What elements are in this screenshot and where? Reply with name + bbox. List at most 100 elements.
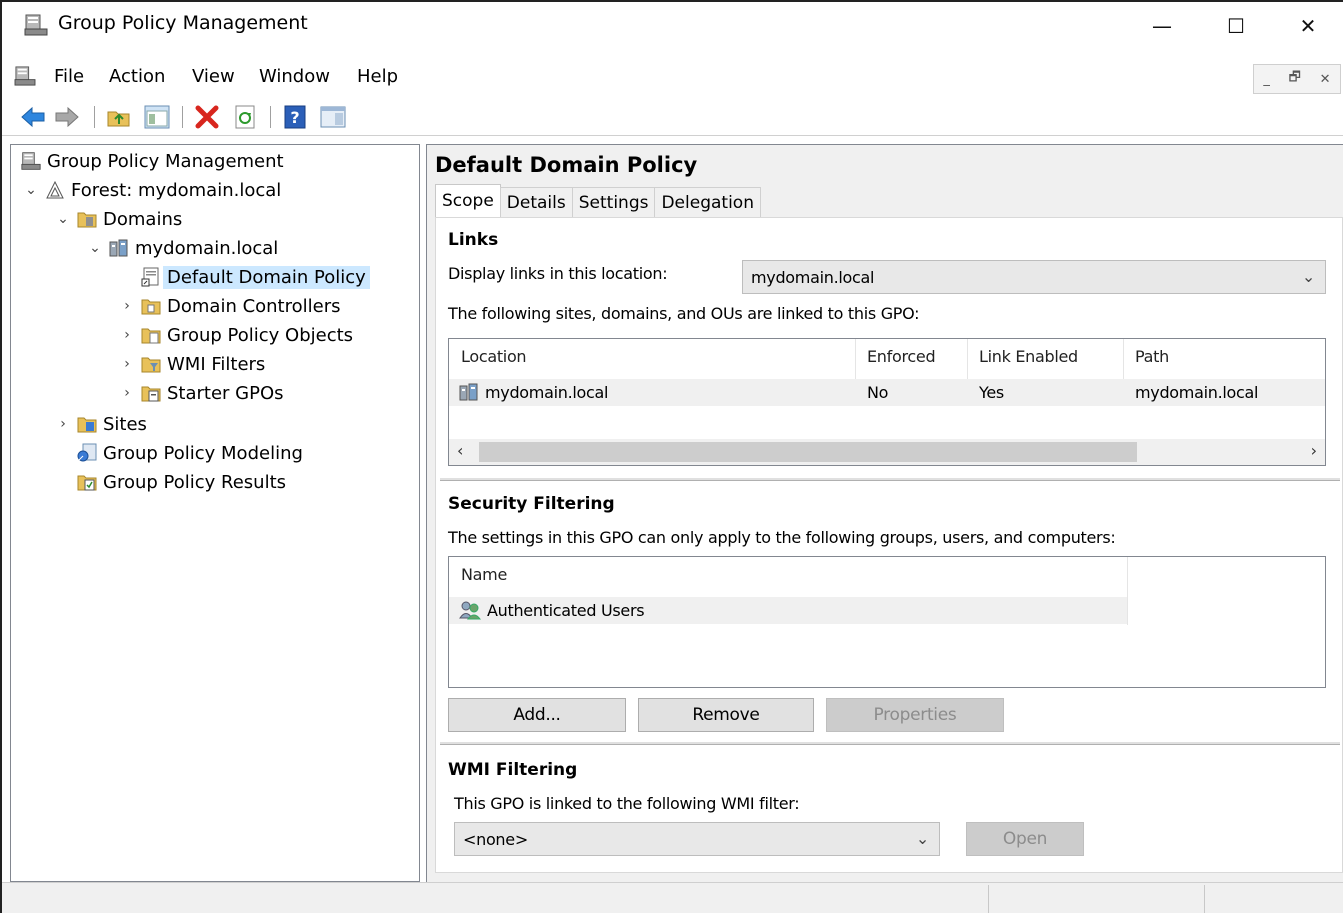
refresh-icon[interactable] (232, 104, 258, 130)
links-heading: Links (448, 230, 499, 250)
tree-item-group-policy-objects[interactable]: › Group Policy Objects (119, 321, 353, 349)
mdi-controls: _ 🗗 ✕ (1253, 64, 1341, 94)
open-button[interactable]: Open (966, 822, 1084, 856)
system-menu-icon[interactable] (14, 66, 36, 90)
column-divider (1127, 557, 1128, 625)
show-hide-tree-icon[interactable] (144, 104, 170, 130)
tree-item-default-domain-policy[interactable]: Default Domain Policy (141, 263, 370, 291)
tree-item-modeling[interactable]: Group Policy Modeling (77, 439, 303, 467)
delete-icon[interactable] (194, 104, 220, 130)
maximize-button[interactable]: ☐ (1206, 6, 1266, 46)
security-principal: Authenticated Users (487, 601, 645, 620)
column-header-path[interactable]: Path (1135, 347, 1169, 366)
tab-details[interactable]: Details (499, 187, 573, 217)
column-divider (1123, 339, 1124, 379)
mdi-minimize-button[interactable]: _ (1263, 72, 1270, 87)
menu-file[interactable]: File (54, 66, 84, 87)
chevron-down-icon[interactable]: ⌄ (55, 211, 71, 227)
tree-item-root[interactable]: Group Policy Management (21, 147, 284, 175)
tree-item-sites[interactable]: › Sites (55, 410, 147, 438)
tree-item-label: Domain Controllers (167, 295, 341, 317)
mdi-restore-button[interactable]: 🗗 (1289, 68, 1301, 90)
domain-icon (109, 238, 129, 258)
menu-view[interactable]: View (192, 66, 235, 87)
location-dropdown-value: mydomain.local (751, 267, 875, 287)
location-dropdown[interactable]: mydomain.local ⌄ (742, 260, 1326, 294)
column-header-name[interactable]: Name (461, 565, 507, 584)
status-separator (1204, 885, 1205, 913)
ou-folder-icon (141, 296, 161, 316)
toolbar-separator (182, 106, 183, 128)
svg-text:?: ? (290, 108, 299, 127)
chevron-right-icon[interactable]: › (119, 327, 135, 343)
tree-item-label: Group Policy Results (103, 471, 287, 493)
wmi-description: This GPO is linked to the following WMI … (454, 794, 800, 813)
sites-folder-icon (77, 414, 97, 434)
tree-item-label: Default Domain Policy (163, 265, 370, 289)
tree-item-domain-controllers[interactable]: › Domain Controllers (119, 292, 341, 320)
chevron-right-icon[interactable]: › (119, 356, 135, 372)
tree-item-label: Domains (103, 208, 183, 230)
add-button[interactable]: Add... (448, 698, 626, 732)
column-header-location[interactable]: Location (461, 347, 527, 366)
tree-item-label: mydomain.local (135, 237, 279, 259)
column-header-enforced[interactable]: Enforced (867, 347, 936, 366)
section-divider[interactable] (440, 742, 1340, 745)
list-item[interactable]: Authenticated Users (449, 597, 1127, 624)
chevron-down-icon[interactable]: ⌄ (23, 182, 39, 198)
gpmc-app-icon (24, 14, 48, 40)
mdi-close-button[interactable]: ✕ (1320, 72, 1331, 87)
toolbar-separator (94, 106, 95, 128)
tab-scope[interactable]: Scope (435, 184, 501, 217)
column-header-link-enabled[interactable]: Link Enabled (979, 347, 1078, 366)
chevron-down-icon[interactable]: ⌄ (87, 240, 103, 256)
scroll-thumb[interactable] (479, 442, 1137, 462)
minimize-button[interactable]: — (1132, 6, 1192, 46)
scroll-left-icon[interactable]: ‹ (457, 441, 463, 460)
console-tree: Group Policy Management ⌄ Forest: mydoma… (10, 144, 420, 882)
tree-item-forest[interactable]: ⌄ Forest: mydomain.local (23, 176, 281, 204)
remove-button[interactable]: Remove (638, 698, 814, 732)
chevron-right-icon[interactable]: › (119, 298, 135, 314)
section-divider[interactable] (440, 478, 1340, 481)
tree-item-label: Group Policy Management (47, 150, 284, 172)
properties-button[interactable]: Properties (826, 698, 1004, 732)
tree-item-domains[interactable]: ⌄ Domains (55, 205, 182, 233)
toolbar-separator (270, 106, 271, 128)
forest-icon (45, 180, 65, 200)
security-list: Name Authenticated Users (448, 556, 1326, 688)
scope-panel: Links Display links in this location: my… (435, 217, 1343, 873)
users-group-icon (459, 600, 482, 624)
tab-settings[interactable]: Settings (571, 187, 656, 217)
close-button[interactable]: ✕ (1278, 6, 1338, 46)
forward-arrow-icon[interactable] (54, 104, 80, 130)
help-icon[interactable]: ? (282, 104, 308, 130)
action-pane-icon[interactable] (320, 104, 346, 130)
back-arrow-icon[interactable] (20, 104, 46, 130)
starter-gpo-folder-icon (141, 383, 161, 403)
domains-folder-icon (77, 209, 97, 229)
links-horizontal-scrollbar[interactable]: ‹ › (449, 439, 1325, 465)
menu-help[interactable]: Help (357, 66, 398, 87)
tree-item-label: WMI Filters (167, 353, 266, 375)
details-pane: Default Domain Policy Scope Details Sett… (426, 144, 1343, 882)
tree-item-wmi-filters[interactable]: › WMI Filters (119, 350, 265, 378)
menu-window[interactable]: Window (259, 66, 330, 87)
scroll-right-icon[interactable]: › (1311, 441, 1317, 460)
tab-delegation[interactable]: Delegation (654, 187, 761, 217)
status-separator (988, 885, 989, 913)
tree-item-domain[interactable]: ⌄ mydomain.local (87, 234, 278, 262)
window-title: Group Policy Management (58, 12, 308, 34)
chevron-right-icon[interactable]: › (119, 385, 135, 401)
tab-strip: Scope Details Settings Delegation (435, 184, 761, 217)
tree-item-results[interactable]: Group Policy Results (77, 468, 286, 496)
menu-action[interactable]: Action (109, 66, 165, 87)
tree-item-label: Group Policy Objects (167, 324, 354, 346)
table-row[interactable]: mydomain.local No Yes mydomain.local (449, 379, 1325, 406)
chevron-right-icon[interactable]: › (55, 416, 71, 432)
up-folder-icon[interactable] (106, 104, 132, 130)
results-icon (77, 472, 97, 492)
app-window: Group Policy Management — ☐ ✕ File Actio… (0, 0, 1343, 913)
tree-item-starter-gpos[interactable]: › Starter GPOs (119, 379, 283, 407)
wmi-filter-dropdown[interactable]: <none> ⌄ (454, 822, 940, 856)
